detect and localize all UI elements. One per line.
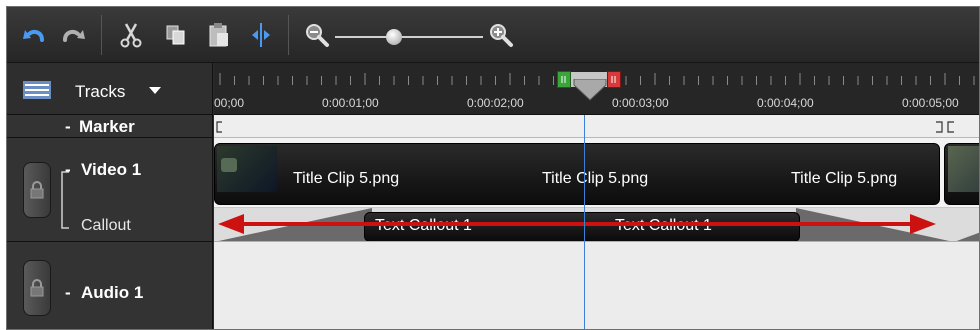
split-button[interactable] — [247, 21, 275, 49]
zoom-out-button[interactable] — [303, 21, 331, 49]
audio-toggle[interactable]: - — [65, 283, 71, 303]
audio-lock-button[interactable] — [23, 260, 51, 316]
grip-icon — [561, 76, 566, 83]
audio-track-name: Audio 1 — [81, 283, 144, 302]
copy-icon — [166, 25, 185, 45]
timeline-toolbar — [7, 7, 979, 63]
zoom-slider-track[interactable] — [335, 36, 483, 38]
video-track[interactable]: Title Clip 5.png Title Clip 5.png Title … — [214, 138, 979, 208]
clip-label: Title Clip 5.png — [542, 170, 649, 187]
tracks-menu-button[interactable]: Tracks — [7, 63, 213, 115]
audio-track-header[interactable]: - Audio 1 — [7, 242, 213, 329]
time-label: 0:00:05;00 — [902, 96, 959, 110]
video-lock-button[interactable] — [23, 162, 51, 218]
scissors-icon — [120, 23, 142, 48]
lock-icon — [30, 279, 44, 297]
marker-toggle[interactable]: - — [65, 117, 71, 137]
timeline-panel: Tracks 00;00 0:00:01;00 0:00:02;00 0:00:… — [6, 6, 980, 330]
video-toggle[interactable]: - — [65, 160, 71, 180]
marker-track[interactable] — [214, 115, 979, 138]
toolbar-separator — [101, 15, 102, 55]
time-label: 0:00:04;00 — [757, 96, 814, 110]
time-ruler[interactable]: 00;00 0:00:01;00 0:00:02;00 0:00:03;00 0… — [214, 63, 979, 115]
paste-icon — [209, 23, 228, 47]
selection-end-handle[interactable] — [607, 71, 621, 88]
marker-end-bracket — [936, 121, 954, 133]
audio-track[interactable] — [214, 242, 979, 329]
selection-start-handle[interactable] — [557, 71, 571, 88]
callout-track[interactable]: Text Callout 1 Text Callout 1 — [214, 208, 979, 242]
tracks-icon — [23, 81, 51, 99]
paste-button[interactable] — [205, 21, 233, 49]
zoom-out-icon — [306, 24, 329, 47]
marker-start-bracket — [216, 121, 222, 133]
copy-button[interactable] — [162, 21, 190, 49]
double-arrow-annotation — [218, 214, 936, 234]
split-icon — [252, 23, 270, 47]
toolbar-separator — [288, 15, 289, 55]
cut-button[interactable] — [117, 21, 145, 49]
zoom-in-icon — [490, 24, 513, 47]
clip-thumbnail — [217, 146, 277, 192]
clip-label: Title Clip 5.png — [293, 170, 400, 187]
playhead-line — [584, 115, 585, 329]
undo-icon — [23, 30, 44, 42]
undo-button[interactable] — [21, 21, 49, 49]
tracks-label: Tracks — [75, 82, 126, 101]
time-label: 00;00 — [214, 96, 245, 110]
callout-track-name: Callout — [81, 217, 131, 234]
chevron-down-icon — [149, 87, 161, 94]
clip-thumbnail — [948, 146, 979, 192]
time-label: 0:00:02;00 — [467, 96, 524, 110]
video-track-name: Video 1 — [81, 160, 142, 179]
video-track-header[interactable]: - Video 1 Callout — [7, 138, 213, 242]
redo-icon — [63, 30, 85, 42]
time-label: 0:00:03;00 — [612, 96, 669, 110]
marker-track-name: Marker — [79, 117, 135, 136]
video-clip[interactable] — [944, 143, 979, 205]
playhead-handle[interactable] — [573, 79, 607, 101]
marker-track-header[interactable]: - Marker — [7, 115, 213, 138]
time-label: 0:00:01;00 — [322, 96, 379, 110]
video-clip[interactable]: Title Clip 5.png Title Clip 5.png Title … — [214, 143, 940, 205]
grip-icon — [611, 76, 616, 83]
lock-icon — [30, 181, 44, 199]
zoom-slider-thumb[interactable] — [386, 29, 403, 45]
redo-button[interactable] — [59, 21, 87, 49]
zoom-in-button[interactable] — [487, 21, 515, 49]
clip-label: Title Clip 5.png — [791, 170, 898, 187]
thumbnail-image — [221, 158, 237, 172]
